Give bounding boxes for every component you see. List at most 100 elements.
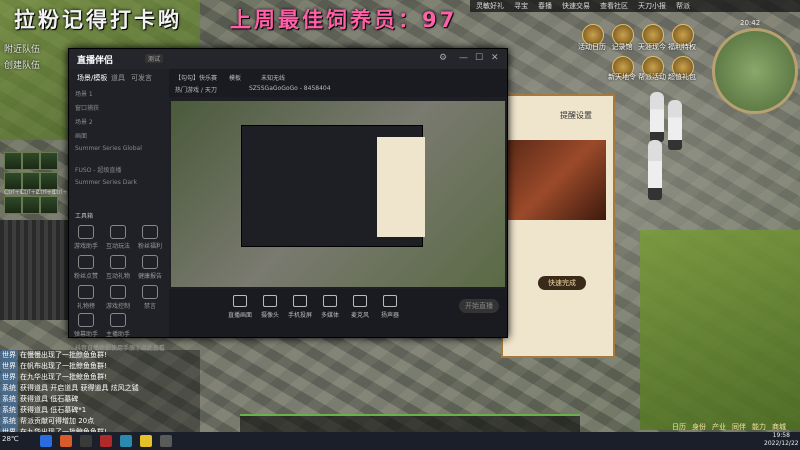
tool-fan-welfare[interactable]: 粉丝福利 [135, 225, 165, 250]
bottom-right-menu: 日历 身份 产业 同伴 能力 商城 [672, 422, 786, 432]
menu-item[interactable]: 帮派 [676, 1, 690, 11]
camera-button[interactable]: 摄像头 [255, 295, 285, 319]
tool-game-control[interactable]: 游戏控制 [103, 285, 133, 310]
menu-calendar[interactable]: 日历 [672, 422, 686, 432]
start-stream-button[interactable]: 开始直播 [459, 299, 499, 313]
roof-area [0, 220, 70, 320]
chat-line: 世界 在帆布出现了一批鲸鱼鱼群! [0, 361, 200, 372]
skill-slot[interactable] [22, 172, 40, 190]
hud-label: 福利特权 [668, 43, 696, 51]
app-titlebar: 直播伴侣 测试 ⚙ — ☐ ✕ [69, 49, 507, 69]
menu-ability[interactable]: 能力 [752, 422, 766, 432]
stream-info-bar: 【勾勾】快乐赛 模板 未知无线 热门游戏 / 天刀 SZ5SGaGoGoGo -… [169, 69, 507, 97]
app-icon[interactable] [120, 435, 132, 447]
skill-slot[interactable] [4, 196, 22, 214]
tool-likes[interactable]: 粉丝点赞 [71, 255, 101, 280]
grass-area [640, 230, 800, 430]
tab-speech[interactable]: 可发言 [131, 73, 152, 83]
scene-item[interactable]: 场景 1 [75, 89, 163, 98]
tool-gifts[interactable]: 互动礼物 [103, 255, 133, 280]
menu-item[interactable]: 查看社区 [600, 1, 628, 11]
menu-item[interactable]: 快速交易 [562, 1, 590, 11]
minimap[interactable] [712, 28, 798, 114]
scene-item[interactable]: Summer Series Global [75, 145, 163, 152]
microphone-button[interactable]: 麦克风 [345, 295, 375, 319]
tool-interactive[interactable]: 互动玩法 [103, 225, 133, 250]
speaker-button[interactable]: 扬声器 [375, 295, 405, 319]
app-sidebar: 场景/模板 道具 可发言 场景 1 窗口捕获 场景 2 画面 Summer Se… [69, 69, 169, 361]
quest-panel [501, 94, 615, 358]
skill-slot[interactable] [40, 196, 58, 214]
weather-widget[interactable]: 28℃ [2, 435, 19, 443]
menu-item[interactable]: 天刀小报 [638, 1, 666, 11]
tool-health[interactable]: 健康报告 [135, 255, 165, 280]
stream-title[interactable]: 【勾勾】快乐赛 [175, 73, 217, 82]
version-badge: 测试 [145, 54, 164, 63]
scene-item[interactable]: FUSO - 超级直播 [75, 165, 163, 174]
network-tag: 未知无线 [261, 75, 286, 82]
game-clock: 20:42 [740, 19, 761, 27]
category[interactable]: 热门游戏 / 天刀 [175, 85, 217, 94]
skill-slot[interactable] [40, 172, 58, 190]
character [648, 140, 662, 200]
skill-hotbar[interactable] [240, 414, 580, 434]
app-logo: 直播伴侣 [77, 56, 114, 66]
app-icon[interactable] [160, 435, 172, 447]
tab-props[interactable]: 道具 [111, 73, 125, 83]
skill-slot[interactable] [40, 152, 58, 170]
menu-shop[interactable]: 商城 [772, 422, 786, 432]
tab-scenes[interactable]: 场景/模板 [77, 73, 107, 83]
menu-identity[interactable]: 身份 [692, 422, 706, 432]
app-icon[interactable] [80, 435, 92, 447]
character [650, 92, 664, 142]
template-tag[interactable]: 模板 [229, 73, 241, 82]
team-create[interactable]: 创建队伍 [4, 58, 40, 71]
system-clock[interactable]: 19:58 2022/12/22 [764, 432, 799, 448]
tool-danmaku[interactable]: 弹幕助手 [71, 313, 101, 338]
chat-panel[interactable]: 世界 在慢慢出现了一批鲸鱼鱼群! 世界 在帆布出现了一批鲸鱼鱼群! 世界 在九华出现了… [0, 350, 200, 438]
game-top-menu: 灵敏好礼 寻宝 春播 快速交易 查看社区 天刀小报 帮派 [470, 0, 800, 12]
tool-gift-rank[interactable]: 礼物榜 [71, 285, 101, 310]
tool-host-assist[interactable]: 主播助手 [103, 313, 133, 338]
menu-item[interactable]: 春播 [538, 1, 552, 11]
skill-slot[interactable] [4, 152, 22, 170]
nested-quest-panel [377, 137, 425, 237]
team-nearby[interactable]: 附近队伍 [4, 42, 40, 55]
tool-game-assist[interactable]: 游戏助手 [71, 225, 101, 250]
quick-complete-button[interactable]: 快速完成 [538, 276, 586, 290]
stream-id: SZ5SGaGoGoGo - 8458404 [249, 85, 331, 92]
sidebar-footer-link[interactable]: 抖音直播伴侣使用手册 | 点此查看详情 [75, 343, 169, 361]
menu-industry[interactable]: 产业 [712, 422, 726, 432]
character [668, 100, 682, 150]
tool-mute[interactable]: 禁言 [135, 285, 165, 310]
scene-item[interactable]: 场景 2 [75, 117, 163, 126]
skill-slot[interactable] [22, 196, 40, 214]
skill-slot[interactable] [22, 152, 40, 170]
start-icon[interactable] [40, 435, 52, 447]
quest-panel-image [506, 140, 606, 220]
scene-item[interactable]: 窗口捕获 [75, 103, 163, 112]
hud-label: 超值礼包 [668, 73, 696, 81]
menu-companion[interactable]: 同伴 [732, 422, 746, 432]
chat-line: 系统 获得道具 开启道具 获得道具 炫风之钺 [0, 383, 200, 394]
screen-capture-button[interactable]: 直播画面 [225, 295, 255, 319]
phone-cast-button[interactable]: 手机投屏 [285, 295, 315, 319]
menu-item[interactable]: 灵敏好礼 [476, 1, 504, 11]
media-button[interactable]: 多媒体 [315, 295, 345, 319]
app-icon[interactable] [60, 435, 72, 447]
app-icon[interactable] [140, 435, 152, 447]
close-icon[interactable]: ✕ [491, 53, 499, 63]
streaming-app-window[interactable]: 直播伴侣 测试 ⚙ — ☐ ✕ 场景/模板 道具 可发言 场景 1 窗口捕获 场… [68, 48, 508, 361]
menu-item[interactable]: 寻宝 [514, 1, 528, 11]
app-icon[interactable] [100, 435, 112, 447]
taskbar: 28℃ 19:58 2022/12/22 [0, 432, 800, 450]
scene-item[interactable]: Summer Series Dark [75, 179, 163, 186]
scene-item[interactable]: 画面 [75, 131, 163, 140]
settings-icon[interactable]: ⚙ [439, 53, 447, 63]
maximize-icon[interactable]: ☐ [475, 53, 483, 63]
stream-preview[interactable] [171, 101, 505, 287]
minimize-icon[interactable]: — [459, 53, 468, 63]
skill-slot[interactable] [4, 172, 22, 190]
overlay-headline-left: 拉粉记得打卡哟 [14, 8, 182, 32]
overlay-headline-right: 上周最佳饲养员：97 [230, 8, 458, 32]
